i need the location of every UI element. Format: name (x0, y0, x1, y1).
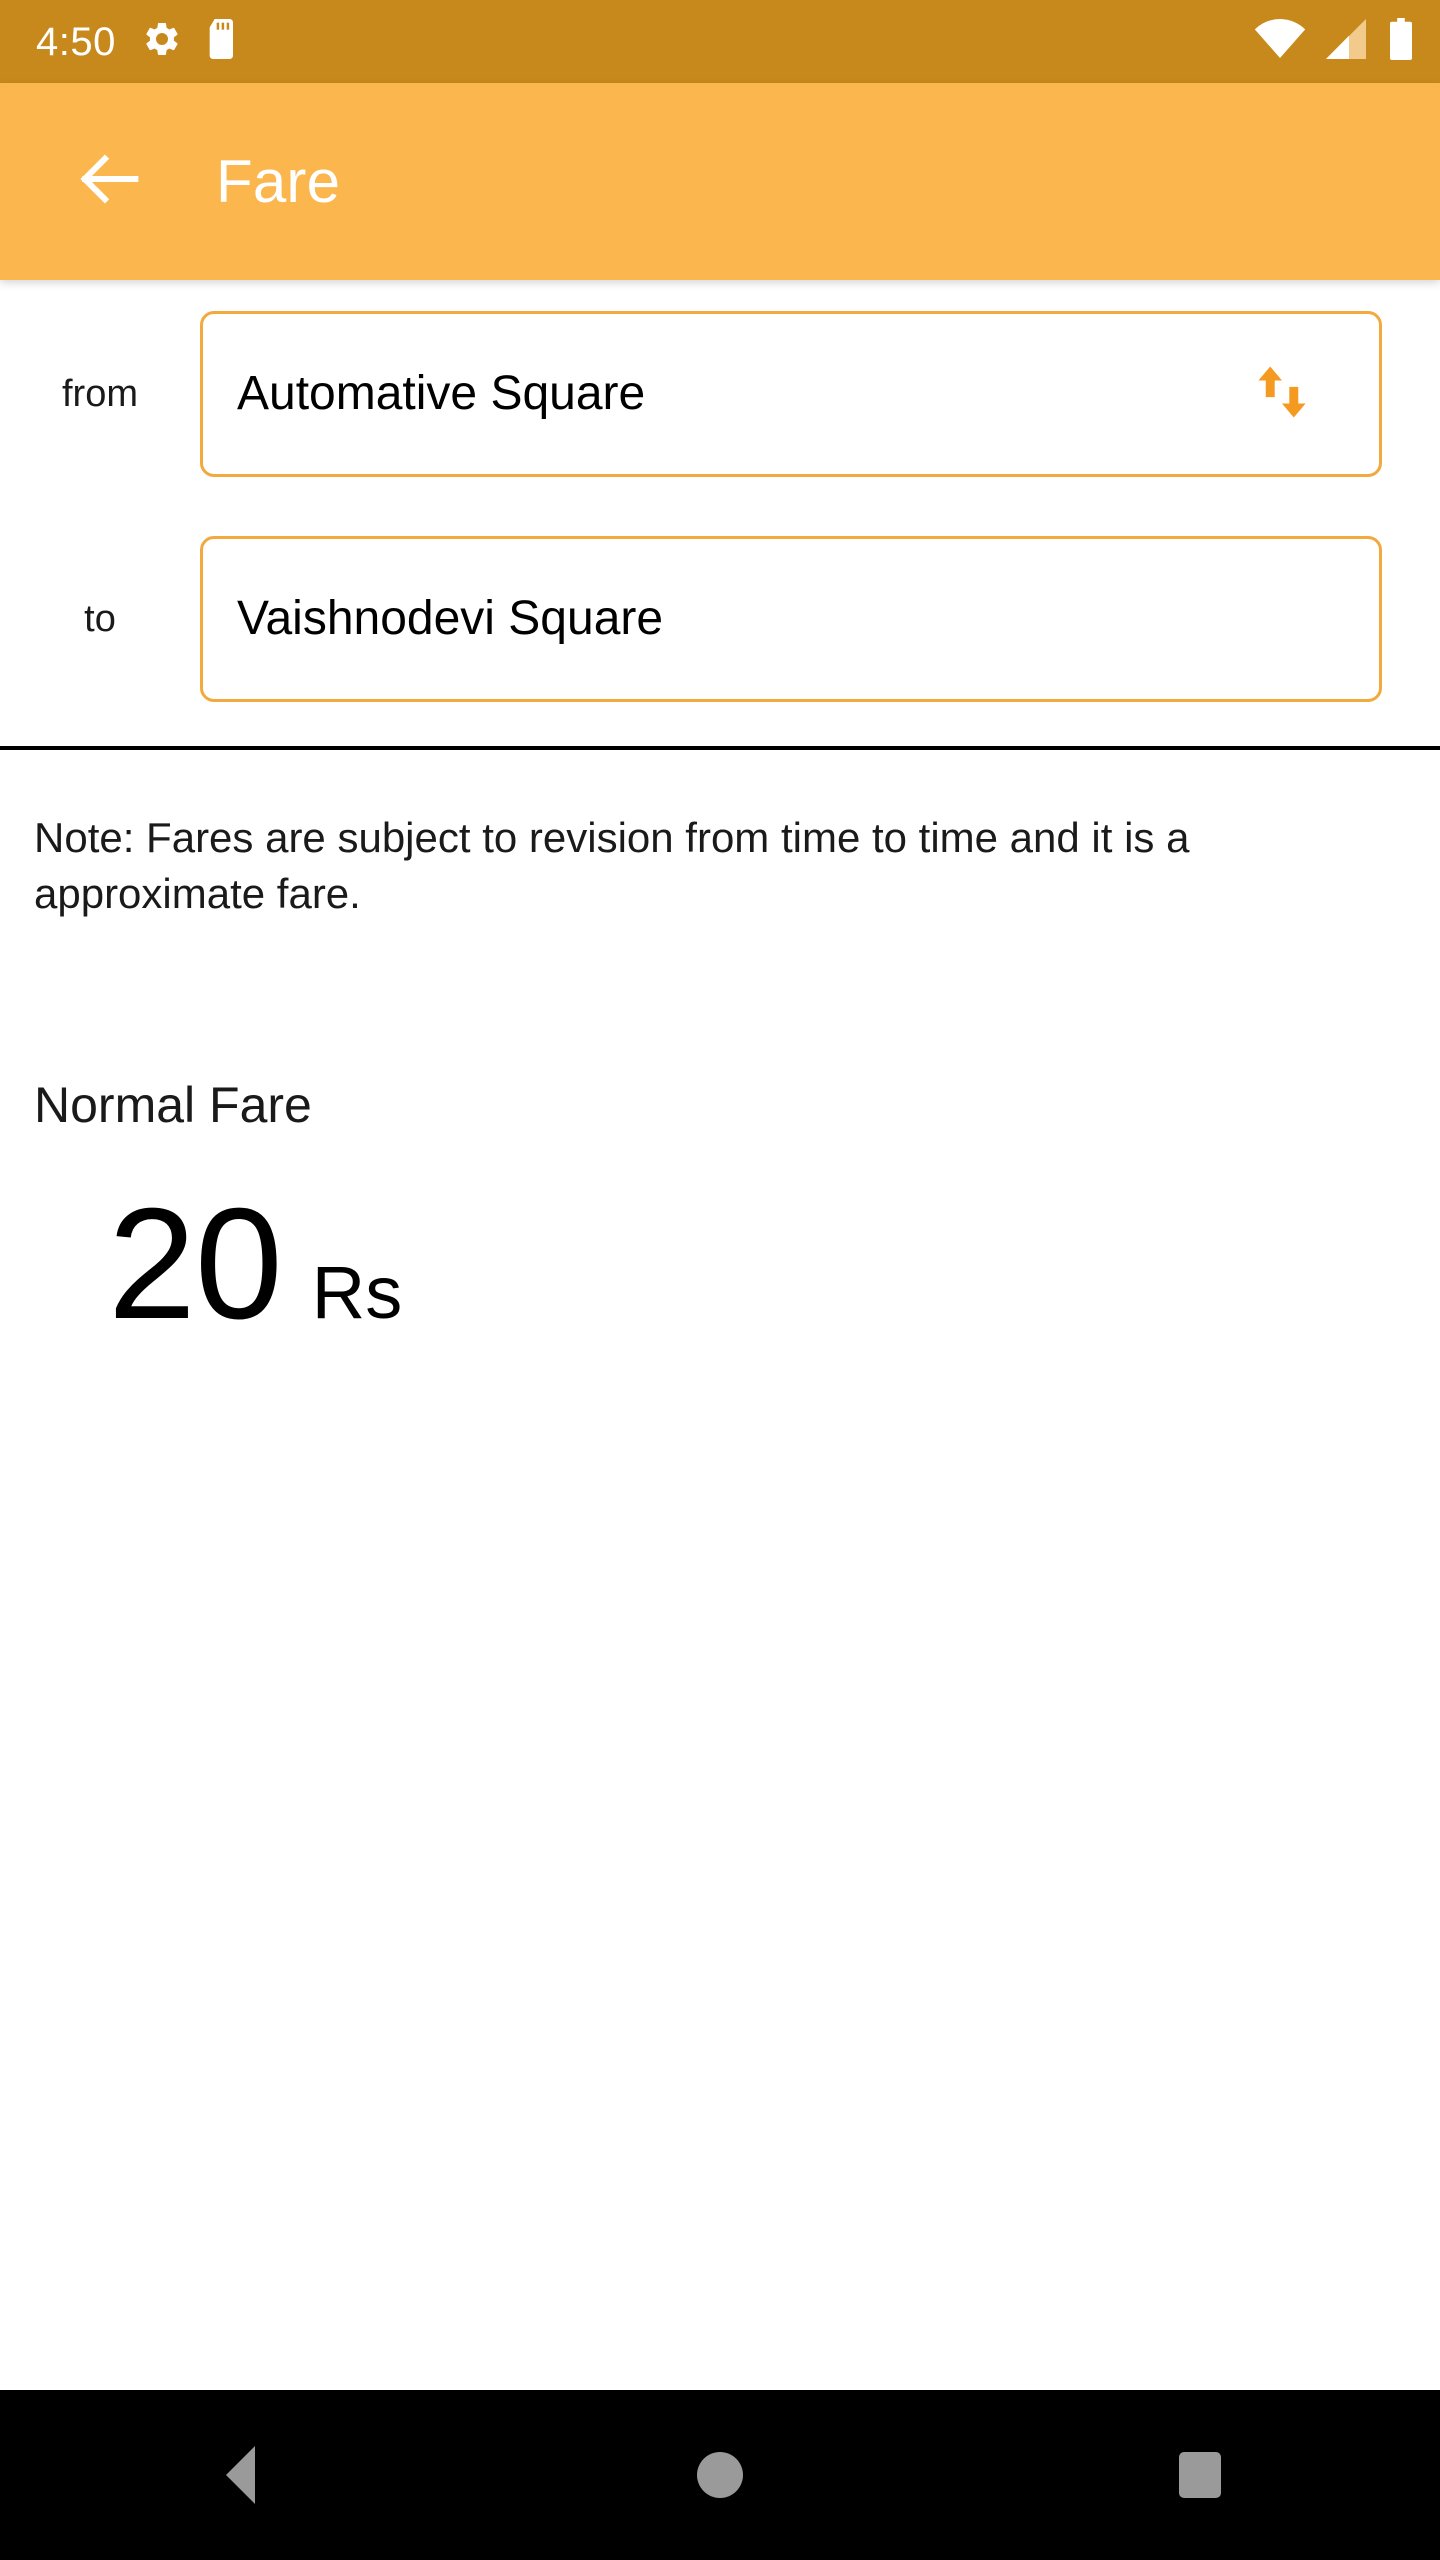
swap-button[interactable] (1243, 355, 1321, 433)
fare-note: Note: Fares are subject to revision from… (34, 814, 1190, 917)
page-title: Fare (216, 147, 341, 215)
battery-icon (1388, 18, 1414, 65)
to-input-value: Vaishnodevi Square (237, 591, 664, 645)
nav-recents-button[interactable] (1110, 2390, 1290, 2560)
from-input-value: Automative Square (237, 366, 646, 420)
status-bar-right (1254, 18, 1414, 65)
status-bar-clock: 4:50 (36, 19, 116, 64)
app-bar: Fare (0, 83, 1440, 280)
from-field-row: from Automative Square (0, 310, 1440, 478)
back-button[interactable] (62, 134, 158, 230)
gear-icon (142, 19, 182, 64)
nav-home-button[interactable] (630, 2390, 810, 2560)
to-input[interactable]: Vaishnodevi Square (200, 536, 1382, 702)
fare-amount-display: 20 Rs (108, 1185, 402, 1343)
wifi-icon (1254, 19, 1306, 64)
sd-card-icon (208, 19, 238, 64)
from-input[interactable]: Automative Square (200, 311, 1382, 477)
to-field-row: to Vaishnodevi Square (0, 535, 1440, 703)
nav-back-button[interactable] (150, 2390, 330, 2560)
back-arrow-icon (72, 141, 148, 222)
fare-amount-value: 20 (108, 1176, 283, 1352)
recents-square-icon (1179, 2452, 1221, 2498)
content-area: from Automative Square to Vaishnodevi Sq… (0, 280, 1440, 2390)
back-triangle-icon (225, 2446, 255, 2504)
home-circle-icon (697, 2452, 743, 2498)
normal-fare-heading: Normal Fare (34, 1077, 312, 1133)
swap-vertical-icon (1249, 359, 1315, 430)
from-label: from (62, 373, 138, 415)
android-nav-bar (0, 2390, 1440, 2560)
section-divider (0, 746, 1440, 750)
to-label: to (84, 598, 116, 640)
status-bar: 4:50 (0, 0, 1440, 83)
cellular-signal-icon (1324, 19, 1370, 64)
status-bar-left: 4:50 (36, 19, 1254, 64)
fare-currency-label: Rs (311, 1251, 403, 1334)
